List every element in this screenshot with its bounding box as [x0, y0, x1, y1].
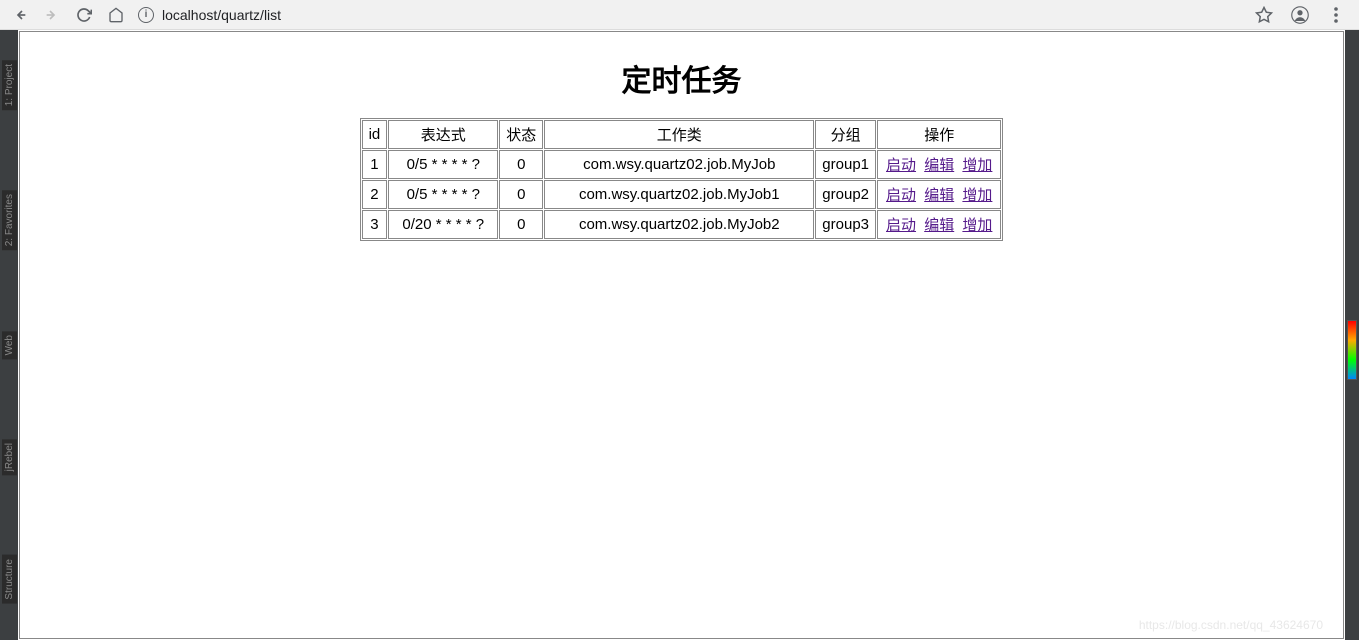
ide-tab-structure[interactable]: Structure — [2, 555, 17, 604]
header-group: 分组 — [815, 120, 876, 149]
back-button[interactable] — [12, 7, 28, 23]
forward-button[interactable] — [44, 7, 60, 23]
cell-expr: 0/5 * * * * ? — [388, 150, 498, 179]
nav-icons — [12, 7, 124, 23]
ide-right-sidebar — [1345, 30, 1359, 640]
header-status: 状态 — [499, 120, 543, 149]
profile-icon[interactable] — [1291, 6, 1309, 24]
cell-id: 2 — [362, 180, 388, 209]
cell-expr: 0/5 * * * * ? — [388, 180, 498, 209]
cell-status: 0 — [499, 180, 543, 209]
bookmark-icon[interactable] — [1255, 6, 1273, 24]
ide-left-sidebar: 1: Project 2: Favorites Web jRebel Struc… — [0, 30, 18, 640]
cell-actions: 启动 编辑 增加 — [877, 180, 1001, 209]
ide-tab-favorites[interactable]: 2: Favorites — [2, 190, 17, 250]
cell-group: group1 — [815, 150, 876, 179]
table-row: 3 0/20 * * * * ? 0 com.wsy.quartz02.job.… — [362, 210, 1002, 239]
url-text: localhost/quartz/list — [162, 7, 281, 23]
cell-status: 0 — [499, 150, 543, 179]
start-link[interactable]: 启动 — [886, 217, 916, 234]
header-expr: 表达式 — [388, 120, 498, 149]
header-action: 操作 — [877, 120, 1001, 149]
cell-group: group3 — [815, 210, 876, 239]
cell-actions: 启动 编辑 增加 — [877, 150, 1001, 179]
watermark: https://blog.csdn.net/qq_43624670 — [1139, 618, 1323, 632]
home-button[interactable] — [108, 7, 124, 23]
cell-actions: 启动 编辑 增加 — [877, 210, 1001, 239]
page-title: 定时任务 — [20, 56, 1343, 100]
cell-group: group2 — [815, 180, 876, 209]
inspection-indicator — [1347, 320, 1357, 380]
cell-expr: 0/20 * * * * ? — [388, 210, 498, 239]
start-link[interactable]: 启动 — [886, 187, 916, 204]
cell-status: 0 — [499, 210, 543, 239]
table-row: 2 0/5 * * * * ? 0 com.wsy.quartz02.job.M… — [362, 180, 1002, 209]
header-id: id — [362, 120, 388, 149]
address-bar[interactable]: i localhost/quartz/list — [138, 7, 1245, 23]
table-header-row: id 表达式 状态 工作类 分组 操作 — [362, 120, 1002, 149]
header-class: 工作类 — [544, 120, 814, 149]
cell-class: com.wsy.quartz02.job.MyJob2 — [544, 210, 814, 239]
reload-button[interactable] — [76, 7, 92, 23]
table-row: 1 0/5 * * * * ? 0 com.wsy.quartz02.job.M… — [362, 150, 1002, 179]
add-link[interactable]: 增加 — [962, 157, 992, 174]
toolbar-right — [1255, 6, 1345, 24]
start-link[interactable]: 启动 — [886, 157, 916, 174]
cell-id: 3 — [362, 210, 388, 239]
edit-link[interactable]: 编辑 — [924, 157, 954, 174]
edit-link[interactable]: 编辑 — [924, 187, 954, 204]
add-link[interactable]: 增加 — [962, 217, 992, 234]
edit-link[interactable]: 编辑 — [924, 217, 954, 234]
cell-class: com.wsy.quartz02.job.MyJob — [544, 150, 814, 179]
add-link[interactable]: 增加 — [962, 187, 992, 204]
kebab-menu-icon[interactable] — [1327, 6, 1345, 24]
jobs-table: id 表达式 状态 工作类 分组 操作 1 0/5 * * * * ? 0 co… — [360, 118, 1004, 241]
ide-tab-project[interactable]: 1: Project — [2, 60, 17, 110]
ide-tab-web[interactable]: Web — [2, 331, 17, 359]
cell-id: 1 — [362, 150, 388, 179]
cell-class: com.wsy.quartz02.job.MyJob1 — [544, 180, 814, 209]
site-info-icon[interactable]: i — [138, 7, 154, 23]
browser-viewport: 定时任务 id 表达式 状态 工作类 分组 操作 1 0/5 * * * * ?… — [18, 30, 1345, 640]
browser-toolbar: i localhost/quartz/list — [0, 0, 1359, 30]
ide-tab-jrebel[interactable]: jRebel — [2, 439, 17, 475]
page-content: 定时任务 id 表达式 状态 工作类 分组 操作 1 0/5 * * * * ?… — [19, 31, 1344, 639]
